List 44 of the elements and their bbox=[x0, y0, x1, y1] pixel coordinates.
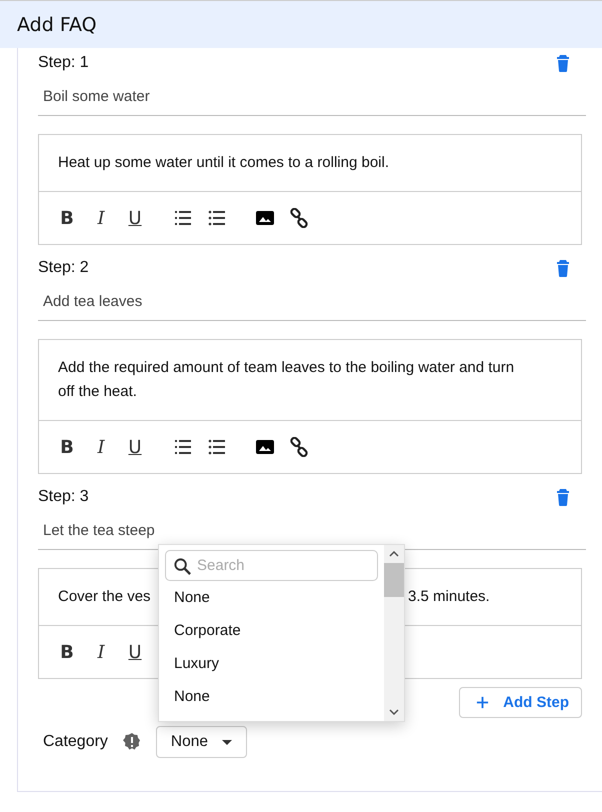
link-icon[interactable] bbox=[289, 208, 309, 228]
plus-icon bbox=[476, 696, 490, 709]
scrollbar-thumb[interactable] bbox=[384, 563, 404, 597]
italic-button[interactable]: I bbox=[91, 642, 111, 662]
step-label: Step: 3 bbox=[38, 488, 89, 506]
link-icon[interactable] bbox=[289, 437, 309, 457]
bold-button[interactable]: B bbox=[57, 208, 77, 228]
bold-button[interactable]: B bbox=[57, 642, 77, 662]
add-step-button[interactable]: Add Step bbox=[459, 687, 582, 718]
image-icon[interactable] bbox=[255, 208, 275, 228]
italic-button[interactable]: I bbox=[91, 208, 111, 228]
step-description[interactable]: 3.5 minutes. bbox=[408, 585, 490, 609]
trash-icon[interactable] bbox=[556, 259, 570, 277]
scroll-down-icon[interactable] bbox=[389, 709, 399, 715]
category-label: Category bbox=[43, 733, 108, 751]
italic-button[interactable]: I bbox=[91, 436, 111, 458]
underline-button[interactable]: U bbox=[125, 436, 145, 458]
numbered-list-icon[interactable] bbox=[173, 208, 193, 228]
dialog-title: Add FAQ bbox=[17, 14, 97, 36]
underline-button[interactable]: U bbox=[125, 642, 145, 662]
step-title-field[interactable]: Boil some water bbox=[38, 78, 586, 116]
dropdown-option[interactable]: None bbox=[165, 680, 378, 713]
bulleted-list-icon[interactable] bbox=[207, 208, 227, 228]
step-title-field[interactable]: Add tea leaves bbox=[38, 283, 586, 321]
trash-icon[interactable] bbox=[556, 488, 570, 506]
scrollbar[interactable] bbox=[384, 545, 404, 721]
image-icon[interactable] bbox=[255, 437, 275, 457]
trash-icon[interactable] bbox=[556, 54, 570, 72]
step-description[interactable]: Add the required amount of team leaves to the boiling water and turn off the heat. bbox=[58, 356, 521, 404]
dropdown-option[interactable]: None bbox=[165, 581, 378, 614]
category-select[interactable]: None bbox=[156, 726, 247, 758]
dropdown-option[interactable]: Luxury bbox=[165, 647, 378, 680]
alert-badge-icon bbox=[122, 732, 142, 752]
search-field[interactable]: Search bbox=[165, 550, 378, 581]
dropdown-option[interactable]: Corporate bbox=[165, 614, 378, 647]
step-label: Step: 1 bbox=[38, 54, 89, 72]
scroll-up-icon[interactable] bbox=[389, 551, 399, 557]
caret-icon bbox=[222, 740, 232, 744]
bulleted-list-icon[interactable] bbox=[207, 437, 227, 457]
step-description[interactable]: Heat up some water until it comes to a rolling boil. bbox=[58, 151, 389, 175]
underline-button[interactable]: U bbox=[125, 208, 145, 228]
numbered-list-icon[interactable] bbox=[173, 437, 193, 457]
bold-button[interactable]: B bbox=[57, 436, 77, 458]
step-label: Step: 2 bbox=[38, 259, 89, 277]
